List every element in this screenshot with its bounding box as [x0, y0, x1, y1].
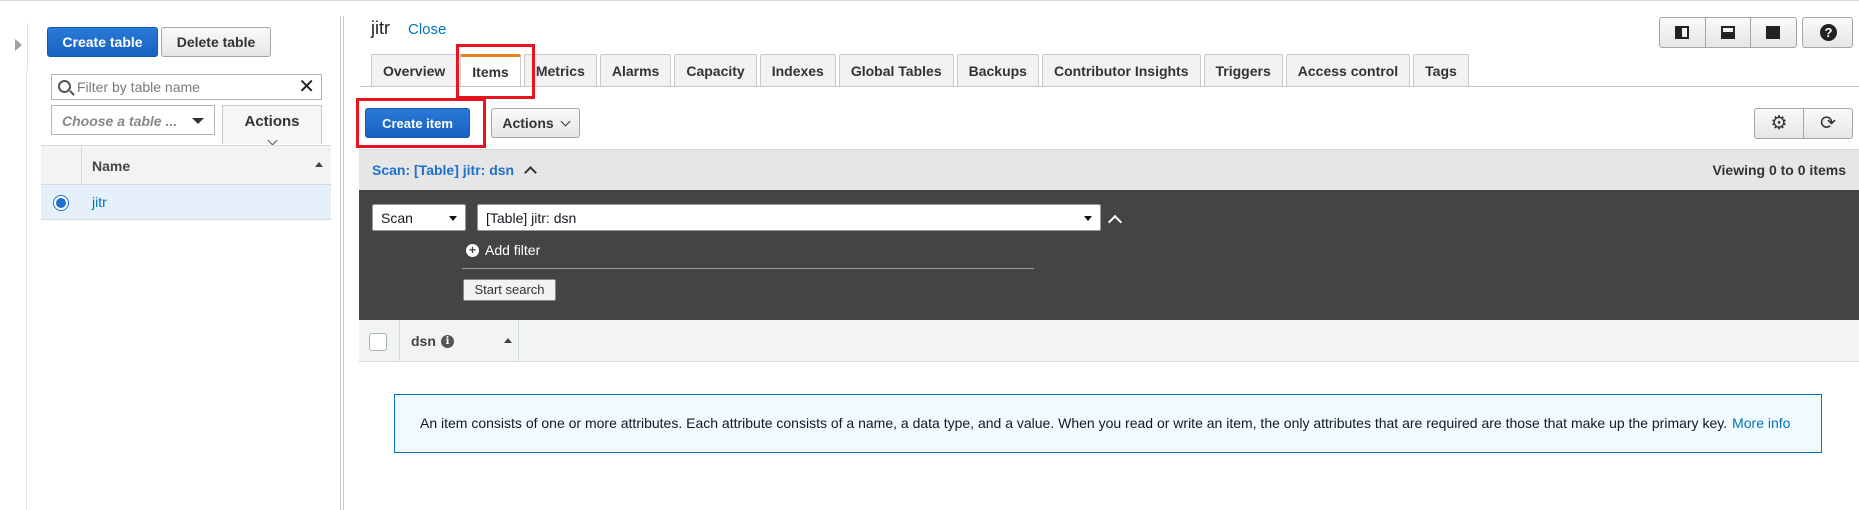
refresh-icon: ⟳: [1820, 112, 1836, 134]
scan-form: Scan [Table] jitr: dsn + Add filter Star…: [359, 190, 1859, 320]
create-table-button[interactable]: Create table: [47, 27, 158, 57]
sidebar-toggle[interactable]: [6, 23, 28, 71]
more-info-link[interactable]: More info: [1732, 415, 1790, 431]
chevron-up-icon[interactable]: [1107, 214, 1123, 230]
info-text: An item consists of one or more attribut…: [420, 415, 1790, 431]
gear-icon: ⚙: [1770, 112, 1788, 134]
view-layout-toggle: [1659, 17, 1797, 48]
caret-down-icon: [192, 118, 204, 124]
settings-button[interactable]: ⚙: [1755, 109, 1804, 138]
column-separator: [399, 320, 400, 362]
tab-backups[interactable]: Backups: [956, 54, 1039, 86]
split-bottom-view-button[interactable]: [1706, 18, 1752, 47]
column-name-header[interactable]: Name: [92, 158, 130, 174]
tab-bar: Overview Items Metrics Alarms Capacity I…: [371, 54, 1472, 87]
chevron-right-icon: [15, 39, 22, 51]
chevron-down-icon: [560, 116, 571, 126]
table-row-radio[interactable]: [53, 195, 69, 211]
split-bottom-icon: [1720, 26, 1735, 39]
delete-table-button[interactable]: Delete table: [161, 27, 271, 57]
scan-mode-select[interactable]: Scan: [372, 204, 466, 231]
create-item-highlight: [356, 98, 486, 148]
scan-target-value: [Table] jitr: dsn: [486, 210, 577, 226]
tab-alarms[interactable]: Alarms: [599, 54, 672, 86]
add-filter-label: Add filter: [485, 242, 541, 258]
tab-indexes[interactable]: Indexes: [759, 54, 836, 86]
start-search-button[interactable]: Start search: [463, 279, 556, 301]
close-icon[interactable]: ✕: [298, 77, 315, 97]
tables-header: Name: [41, 145, 331, 186]
table-actions-button[interactable]: Actions: [222, 105, 322, 146]
split-left-view-button[interactable]: [1660, 18, 1706, 47]
table-filter: ✕: [51, 74, 322, 100]
table-actions-label: Actions: [244, 113, 300, 130]
info-message: An item consists of one or more attribut…: [420, 415, 1728, 431]
tab-contributor-insights[interactable]: Contributor Insights: [1041, 54, 1201, 86]
close-link[interactable]: Close: [408, 21, 446, 38]
add-filter-button[interactable]: + Add filter: [466, 242, 540, 258]
table-settings-group: ⚙ ⟳: [1754, 108, 1853, 139]
caret-down-icon: [449, 216, 457, 221]
choose-table-placeholder: Choose a table ...: [62, 113, 178, 129]
search-icon: [58, 80, 71, 93]
table-name-link[interactable]: jitr: [92, 194, 107, 210]
divider: [26, 71, 27, 510]
caret-down-icon: [1084, 216, 1092, 221]
column-dsn-header[interactable]: dsn: [411, 333, 436, 349]
plus-circle-icon: +: [466, 243, 479, 257]
chevron-down-icon: [267, 135, 278, 146]
question-icon: ?: [1820, 24, 1837, 41]
help-button[interactable]: ?: [1802, 17, 1853, 48]
split-left-icon: [1675, 26, 1689, 39]
full-screen-icon: [1766, 26, 1781, 39]
tab-access-control[interactable]: Access control: [1285, 54, 1411, 86]
table-row[interactable]: jitr: [41, 185, 331, 220]
choose-table-select[interactable]: Choose a table ...: [51, 105, 215, 135]
tab-triggers[interactable]: Triggers: [1203, 54, 1283, 86]
panel-resize-handle[interactable]: [340, 16, 344, 510]
items-tab-highlight: [456, 44, 535, 99]
sort-ascending-icon[interactable]: [504, 338, 512, 343]
scan-target-select[interactable]: [Table] jitr: dsn: [477, 204, 1101, 231]
divider: [462, 268, 1034, 269]
info-callout: An item consists of one or more attribut…: [394, 394, 1822, 453]
tab-overview[interactable]: Overview: [371, 54, 458, 86]
tab-baseline: [360, 86, 1859, 87]
refresh-button[interactable]: ⟳: [1804, 109, 1852, 138]
column-separator: [518, 320, 519, 362]
sort-ascending-icon[interactable]: [315, 162, 323, 167]
dynamodb-console: Create table Delete table ✕ Choose a tab…: [0, 0, 1859, 510]
results-header: dsn i: [359, 320, 1859, 362]
full-view-button[interactable]: [1751, 18, 1796, 47]
scan-summary-bar: Scan: [Table] jitr: dsn Viewing 0 to 0 i…: [359, 149, 1859, 190]
column-separator: [81, 146, 82, 186]
tab-tags[interactable]: Tags: [1413, 54, 1469, 86]
scan-mode-value: Scan: [381, 210, 413, 226]
item-actions-label: Actions: [502, 115, 554, 131]
scan-summary-toggle[interactable]: Scan: [Table] jitr: dsn: [372, 162, 514, 178]
select-all-checkbox[interactable]: [369, 333, 387, 351]
page-title: jitr: [371, 18, 390, 38]
viewing-count: Viewing 0 to 0 items: [1712, 162, 1846, 178]
table-filter-input[interactable]: [77, 78, 287, 96]
tab-capacity[interactable]: Capacity: [674, 54, 757, 86]
chevron-up-icon[interactable]: [524, 166, 537, 179]
tab-global-tables[interactable]: Global Tables: [838, 54, 954, 86]
item-actions-button[interactable]: Actions: [491, 108, 580, 138]
info-icon[interactable]: i: [441, 335, 454, 348]
